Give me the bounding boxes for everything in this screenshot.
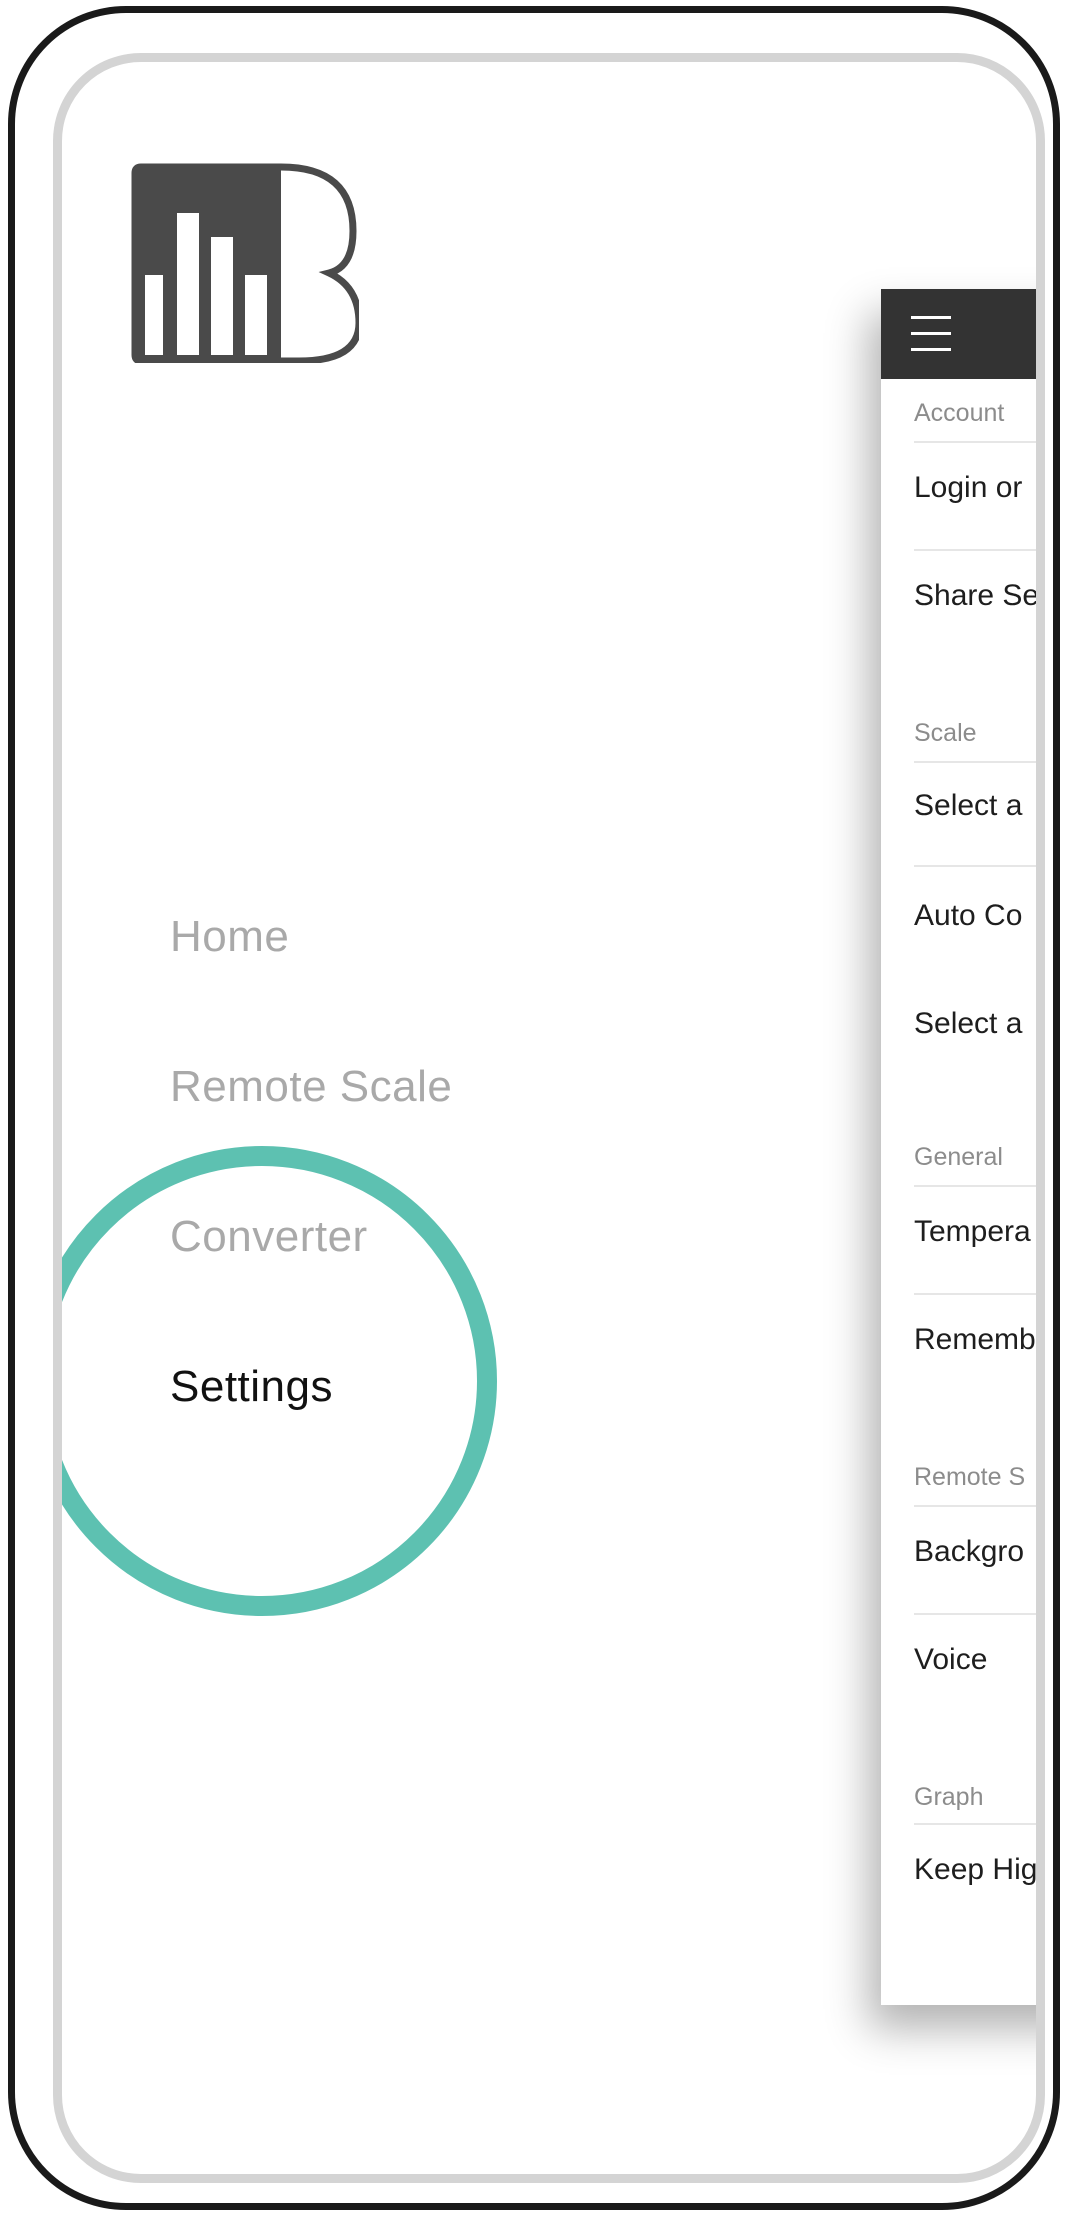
- nav-item-remote-scale[interactable]: Remote Scale: [170, 1062, 452, 1212]
- section-label-remote: Remote S: [914, 1463, 1026, 1491]
- setting-select-scale[interactable]: Select a: [914, 789, 1022, 823]
- section-label-scale: Scale: [914, 719, 977, 747]
- device-frame: Home Remote Scale Converter Settings Acc…: [8, 6, 1060, 2210]
- divider: [914, 865, 1036, 867]
- setting-select-unit[interactable]: Select a: [914, 1007, 1022, 1041]
- divider: [914, 1823, 1036, 1825]
- divider: [914, 1293, 1036, 1295]
- section-label-general: General: [914, 1143, 1003, 1171]
- app-logo-icon: [131, 163, 359, 363]
- divider: [914, 549, 1036, 551]
- app-screen: Home Remote Scale Converter Settings Acc…: [62, 62, 1036, 2174]
- section-label-account: Account: [914, 399, 1005, 427]
- side-navigation: Home Remote Scale Converter Settings: [170, 912, 452, 1512]
- setting-background[interactable]: Backgro: [914, 1535, 1024, 1569]
- setting-share[interactable]: Share Se: [914, 579, 1036, 613]
- setting-keep-high[interactable]: Keep Hig: [914, 1853, 1036, 1887]
- setting-voice[interactable]: Voice: [914, 1643, 987, 1677]
- nav-item-home[interactable]: Home: [170, 912, 452, 1062]
- settings-panel: Account Login or Share Se Scale Select a…: [881, 289, 1036, 2005]
- divider: [914, 1505, 1036, 1507]
- nav-item-converter[interactable]: Converter: [170, 1212, 452, 1362]
- divider: [914, 1613, 1036, 1615]
- divider: [914, 1185, 1036, 1187]
- section-label-graph: Graph: [914, 1783, 984, 1811]
- setting-temperature[interactable]: Tempera: [914, 1215, 1031, 1249]
- divider: [914, 761, 1036, 763]
- hamburger-icon[interactable]: [911, 316, 951, 352]
- nav-item-settings[interactable]: Settings: [170, 1362, 452, 1512]
- device-screen-bezel: Home Remote Scale Converter Settings Acc…: [53, 53, 1045, 2183]
- divider: [914, 441, 1036, 443]
- setting-auto-connect[interactable]: Auto Co: [914, 899, 1022, 933]
- setting-remember[interactable]: Rememb: [914, 1323, 1036, 1357]
- setting-login[interactable]: Login or: [914, 471, 1022, 505]
- panel-header: [881, 289, 1036, 379]
